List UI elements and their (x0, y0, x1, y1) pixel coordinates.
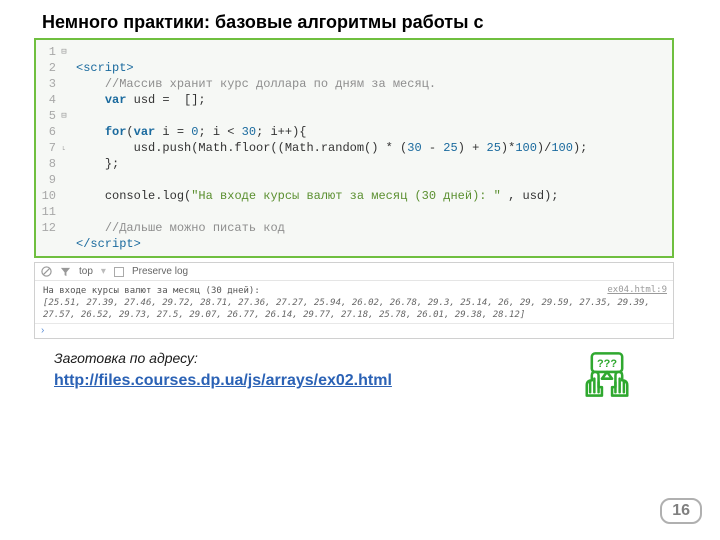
fold-end: ˪ (58, 140, 70, 156)
chevron-down-icon: ▾ (101, 266, 106, 277)
code-text: - (422, 141, 444, 155)
fold-toggle[interactable]: ⊟ (58, 108, 70, 124)
kw-var: var (105, 93, 127, 107)
console-prompt[interactable]: › (35, 324, 673, 338)
code-num: 30 (407, 141, 421, 155)
code-num: 100 (551, 141, 573, 155)
code-string: "На входе курсы валют за месяц (30 дней)… (191, 189, 501, 203)
ln: 6 (38, 124, 56, 140)
ln: 10 (38, 188, 56, 204)
ln: 4 (38, 92, 56, 108)
fold-column: ⊟ ⊟ ˪ (58, 40, 70, 256)
code-body: <script> //Массив хранит курс доллара по… (70, 40, 591, 256)
code-text: ; i++){ (256, 125, 306, 139)
code-text: console.log( (105, 189, 191, 203)
code-text: )/ (537, 141, 551, 155)
ln: 9 (38, 172, 56, 188)
code-num: 30 (242, 125, 256, 139)
code-text: ) + (458, 141, 487, 155)
ln: 11 (38, 204, 56, 220)
ln: 2 (38, 60, 56, 76)
ln: 7 (38, 140, 56, 156)
question-hands-icon: ??? (580, 350, 634, 404)
code-num: 25 (443, 141, 457, 155)
console-output: ex04.html:9 На входе курсы валют за меся… (35, 281, 673, 324)
page-number-badge: 16 (660, 498, 702, 524)
code-comment: //Дальше можно писать код (105, 221, 285, 235)
console-line: [25.51, 27.39, 27.46, 29.72, 28.71, 27.3… (43, 297, 665, 321)
console-toolbar: top ▾ Preserve log (35, 263, 673, 281)
kw-var: var (134, 125, 156, 139)
preserve-log-checkbox[interactable] (114, 267, 124, 277)
code-tag: <script> (76, 61, 134, 75)
line-numbers: 1 2 3 4 5 6 7 8 9 10 11 12 (36, 40, 58, 256)
code-text: )* (501, 141, 515, 155)
code-editor: 1 2 3 4 5 6 7 8 9 10 11 12 ⊟ ⊟ ˪ <script… (34, 38, 674, 258)
preserve-log-label: Preserve log (132, 266, 188, 277)
question-mark-label: ??? (597, 358, 617, 370)
console-source-link[interactable]: ex04.html:9 (607, 284, 667, 296)
context-selector[interactable]: top (79, 266, 93, 277)
slide-heading: Немного практики: базовые алгоритмы рабо… (42, 12, 483, 33)
code-text: i = (155, 125, 191, 139)
code-text: ; i < (198, 125, 241, 139)
clear-console-icon[interactable] (41, 266, 52, 277)
ln: 12 (38, 220, 56, 236)
code-text: , usd); (501, 189, 559, 203)
code-num: 25 (487, 141, 501, 155)
code-num: 100 (515, 141, 537, 155)
code-comment: //Массив хранит курс доллара по дням за … (105, 77, 436, 91)
template-link[interactable]: http://files.courses.dp.ua/js/arrays/ex0… (54, 372, 392, 390)
kw-for: for (105, 125, 127, 139)
code-tag: </script> (76, 237, 141, 251)
ln: 5 (38, 108, 56, 124)
devtools-console: top ▾ Preserve log ex04.html:9 На входе … (34, 262, 674, 339)
ln: 3 (38, 76, 56, 92)
console-line: На входе курсы валют за месяц (30 дней): (43, 285, 665, 297)
ln: 1 (38, 44, 56, 60)
template-caption: Заготовка по адресу: (54, 350, 198, 366)
code-text: ( (126, 125, 133, 139)
code-text: ); (573, 141, 587, 155)
code-text: usd = []; (126, 93, 205, 107)
filter-icon[interactable] (60, 266, 71, 277)
code-text: usd.push(Math.floor((Math.random() * ( (134, 141, 408, 155)
ln: 8 (38, 156, 56, 172)
fold-toggle[interactable]: ⊟ (58, 44, 70, 60)
code-text: }; (105, 157, 119, 171)
